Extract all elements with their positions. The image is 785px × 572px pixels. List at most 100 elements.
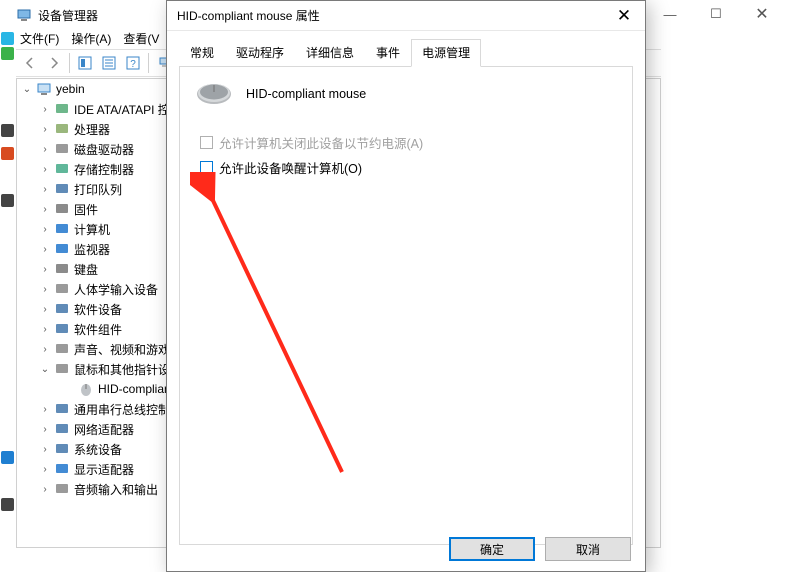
caret-icon[interactable]: › <box>39 304 51 315</box>
caret-icon[interactable]: › <box>39 464 51 475</box>
strip-icon <box>1 124 14 137</box>
tree-node-label: 计算机 <box>73 221 110 238</box>
tree-node-label: 监视器 <box>73 241 110 258</box>
bg-title: 设备管理器 <box>38 7 98 24</box>
strip-icon <box>1 147 14 160</box>
caret-icon[interactable]: › <box>39 204 51 215</box>
dialog-tabbar: 常规 驱动程序 详细信息 事件 电源管理 <box>179 41 633 67</box>
caret-icon[interactable]: › <box>39 264 51 275</box>
tree-node-label: 磁盘驱动器 <box>73 141 134 158</box>
device-manager-icon <box>16 7 32 23</box>
checkbox-row-allow-wake[interactable]: 允许此设备唤醒计算机(O) <box>200 158 618 177</box>
caret-icon[interactable]: › <box>39 344 51 355</box>
caret-icon[interactable]: › <box>39 444 51 455</box>
caret-icon[interactable]: ⌄ <box>21 84 33 95</box>
tree-node-label: 固件 <box>73 201 98 218</box>
checkbox-allow-off <box>200 136 213 149</box>
strip-icon <box>1 194 14 207</box>
tree-node-label: 人体学输入设备 <box>73 281 158 298</box>
caret-icon[interactable]: ⌄ <box>39 364 51 375</box>
tree-node-label: 键盘 <box>73 261 98 278</box>
tree-node-label: 软件设备 <box>73 301 122 318</box>
checkbox-allow-wake[interactable] <box>200 161 213 174</box>
properties-dialog: HID-compliant mouse 属性 ✕ 常规 驱动程序 详细信息 事件… <box>166 0 646 572</box>
tab-details[interactable]: 详细信息 <box>295 39 365 67</box>
caret-icon[interactable]: › <box>39 224 51 235</box>
mouse-icon <box>78 381 94 397</box>
tree-node-label: 显示适配器 <box>73 461 134 478</box>
ok-button[interactable]: 确定 <box>449 537 535 561</box>
device-category-icon <box>54 481 70 497</box>
toolbar-forward[interactable] <box>43 52 65 74</box>
minimize-icon: — <box>664 7 677 22</box>
device-category-icon <box>54 461 70 477</box>
device-category-icon <box>54 421 70 437</box>
device-category-icon <box>54 141 70 157</box>
tree-node-label: 存储控制器 <box>73 161 134 178</box>
dialog-buttons: 确定 取消 <box>449 537 631 561</box>
menu-file[interactable]: 文件(F) <box>16 28 63 49</box>
checkbox-allow-off-label: 允许计算机关闭此设备以节约电源(A) <box>219 133 423 152</box>
cancel-button[interactable]: 取消 <box>545 537 631 561</box>
device-category-icon <box>54 221 70 237</box>
tab-power-management[interactable]: 电源管理 <box>411 39 481 67</box>
caret-icon[interactable]: › <box>39 124 51 135</box>
tree-node-label: 音频输入和输出 <box>73 481 158 498</box>
tree-node-label: 软件组件 <box>73 321 122 338</box>
caret-icon[interactable]: › <box>39 424 51 435</box>
toolbar-properties[interactable] <box>98 52 120 74</box>
toolbar-back[interactable] <box>19 52 41 74</box>
close-icon: ✕ <box>617 6 631 26</box>
caret-icon[interactable]: › <box>39 324 51 335</box>
device-category-icon <box>54 301 70 317</box>
toolbar-separator <box>69 53 70 73</box>
checkbox-row-allow-off: 允许计算机关闭此设备以节约电源(A) <box>200 133 618 152</box>
toolbar-separator <box>148 53 149 73</box>
tree-root-label: yebin <box>55 82 85 96</box>
tree-node-label: 网络适配器 <box>73 421 134 438</box>
caret-icon[interactable]: › <box>39 104 51 115</box>
bg-menubar: 文件(F) 操作(A) 查看(V <box>16 28 163 49</box>
caret-icon[interactable]: › <box>39 484 51 495</box>
strip-icon <box>1 451 14 464</box>
dialog-title: HID-compliant mouse 属性 <box>167 7 603 24</box>
caret-icon[interactable]: › <box>39 244 51 255</box>
caret-icon[interactable]: › <box>39 284 51 295</box>
device-category-icon <box>54 101 70 117</box>
tab-driver[interactable]: 驱动程序 <box>225 39 295 67</box>
checkbox-allow-wake-label: 允许此设备唤醒计算机(O) <box>219 158 362 177</box>
tree-node-label: 处理器 <box>73 121 110 138</box>
toolbar-help[interactable]: ? <box>122 52 144 74</box>
caret-icon[interactable]: › <box>39 184 51 195</box>
svg-text:?: ? <box>130 59 136 70</box>
device-name-label: HID-compliant mouse <box>246 87 366 101</box>
strip-icon <box>1 47 14 60</box>
caret-icon[interactable]: › <box>39 164 51 175</box>
tree-node-label: IDE ATA/ATAPI 控 <box>73 101 170 118</box>
bg-window-controls: — ☐ ✕ <box>647 0 785 28</box>
device-category-icon <box>54 201 70 217</box>
menu-action[interactable]: 操作(A) <box>67 28 115 49</box>
device-category-icon <box>54 181 70 197</box>
dialog-titlebar[interactable]: HID-compliant mouse 属性 ✕ <box>167 1 645 31</box>
tree-node-label: 声音、视频和游戏 <box>73 341 170 358</box>
strip-icon <box>1 32 14 45</box>
maximize-button[interactable]: ☐ <box>693 0 739 28</box>
minimize-button[interactable]: — <box>647 0 693 28</box>
caret-icon[interactable]: › <box>39 144 51 155</box>
tab-general[interactable]: 常规 <box>179 39 225 67</box>
device-category-icon <box>54 401 70 417</box>
close-button[interactable]: ✕ <box>739 0 785 28</box>
tab-events[interactable]: 事件 <box>365 39 411 67</box>
computer-icon <box>36 81 52 97</box>
device-category-icon <box>54 281 70 297</box>
tree-leaf-label: HID-complian <box>97 382 171 396</box>
device-category-icon <box>54 441 70 457</box>
device-category-icon <box>54 161 70 177</box>
mouse-icon <box>194 81 234 107</box>
toolbar-show-hide[interactable] <box>74 52 96 74</box>
strip-icon <box>1 498 14 511</box>
dialog-close-button[interactable]: ✕ <box>603 1 645 31</box>
caret-icon[interactable]: › <box>39 404 51 415</box>
menu-view[interactable]: 查看(V <box>119 28 163 49</box>
